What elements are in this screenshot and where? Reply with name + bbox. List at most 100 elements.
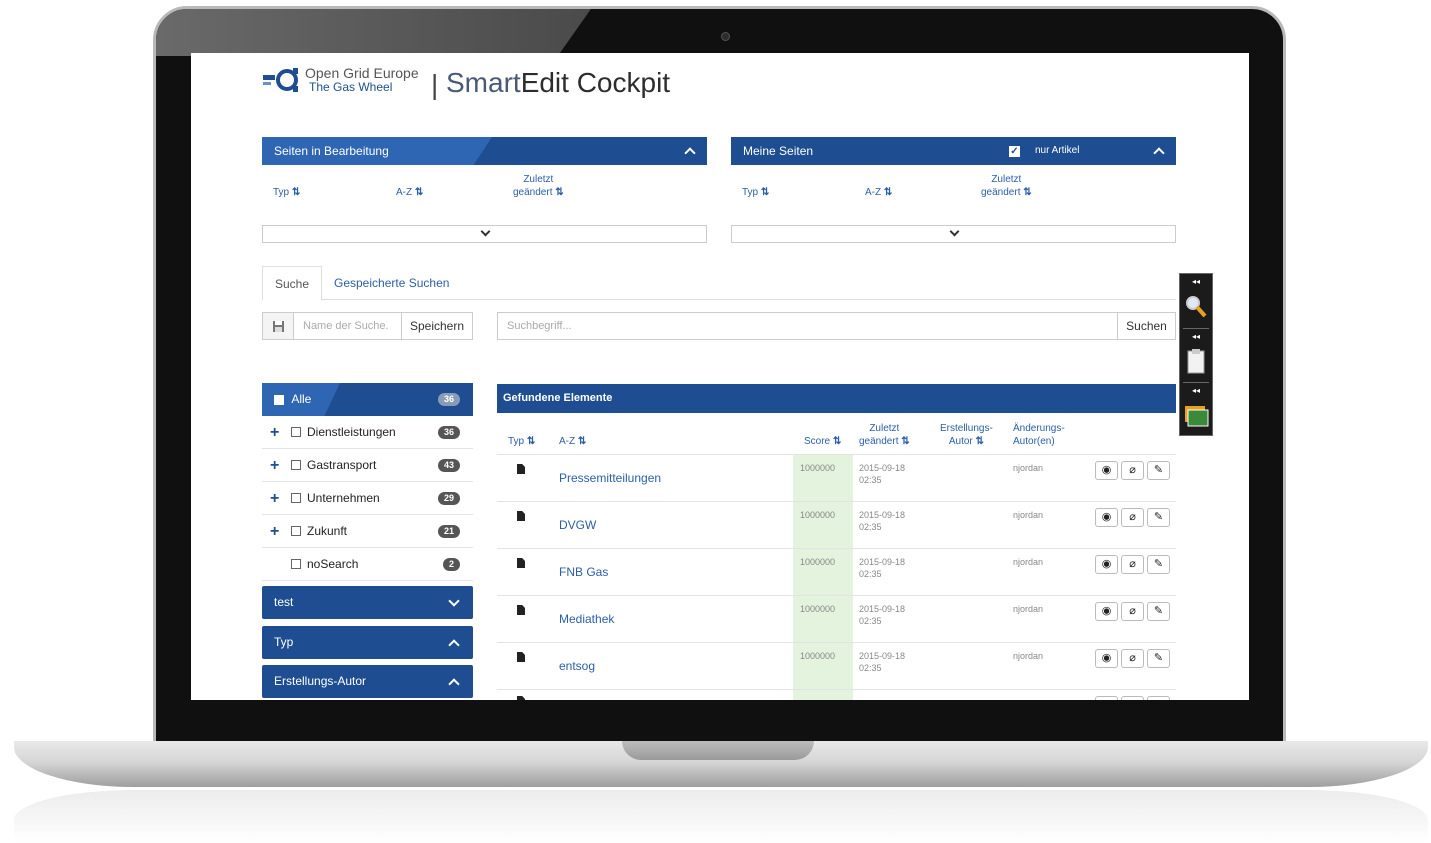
save-button[interactable]: Speichern <box>401 312 473 340</box>
chevron-up-icon[interactable] <box>448 639 460 651</box>
sort-az-label: A-Z <box>865 187 882 198</box>
pencil-icon[interactable]: ✎ <box>1147 602 1170 621</box>
facet-item-dienstleistungen[interactable]: + Dienstleistungen 36 <box>262 416 473 449</box>
document-icon <box>517 605 525 615</box>
sort-az[interactable]: A-Z ⇅ <box>865 186 892 199</box>
document-icon <box>517 464 525 474</box>
facet-group-typ[interactable]: Typ <box>262 626 473 659</box>
facet-group-test[interactable]: test <box>262 586 473 619</box>
editing-pages-list[interactable] <box>262 225 707 243</box>
tab-saved-searches[interactable]: Gespeicherte Suchen <box>334 276 449 290</box>
search-input[interactable]: Suchbegriff... <box>497 312 1119 340</box>
facet-item-unternehmen[interactable]: + Unternehmen 29 <box>262 482 473 515</box>
eye-icon[interactable]: ◉ <box>1095 602 1118 621</box>
sort-changed-label-1: Zuletzt <box>991 174 1022 185</box>
collapse-icon[interactable] <box>684 147 696 159</box>
search-magnifier-icon[interactable] <box>1183 292 1209 322</box>
expand-plus-icon[interactable]: + <box>270 482 279 515</box>
document-icon <box>517 511 525 521</box>
result-title-link[interactable]: Mediathek <box>559 612 614 626</box>
facet-item-zukunft[interactable]: + Zukunft 21 <box>262 515 473 548</box>
facet-checkbox[interactable] <box>291 559 301 569</box>
brand-company: Open Grid Europe <box>305 65 419 81</box>
paperclip-icon[interactable]: ⌀ <box>1121 508 1144 527</box>
sort-alpha-icon: ⇅ <box>883 187 893 198</box>
eye-icon[interactable]: ◉ <box>1095 508 1118 527</box>
facet-group-creator[interactable]: Erstellungs-Autor <box>262 665 473 698</box>
pencil-icon[interactable]: ✎ <box>1147 508 1170 527</box>
chevron-up-icon[interactable] <box>448 678 460 690</box>
result-title-link[interactable]: Pressemitteilungen <box>559 471 661 485</box>
paperclip-icon[interactable]: ⌀ <box>1121 649 1144 668</box>
facet-checkbox[interactable] <box>291 493 301 503</box>
my-pages-header[interactable]: Meine Seiten ✓ nur Artikel <box>731 137 1176 165</box>
paperclip-icon[interactable]: ⌀ <box>1121 602 1144 621</box>
sort-changed-label-1: Zuletzt <box>523 174 554 185</box>
result-date: 2015-09-18 <box>859 651 906 661</box>
dock-collapse-icon[interactable]: ◂◂ <box>1183 333 1209 341</box>
pencil-icon[interactable] <box>1147 696 1170 700</box>
col-creator[interactable]: Erstellungs- Autor ⇅ <box>940 422 993 448</box>
table-row[interactable]: FNB Gas 1000000 2015-09-18 02:35 njordan… <box>497 549 1176 596</box>
eye-icon[interactable]: ◉ <box>1095 555 1118 574</box>
sort-az[interactable]: A-Z ⇅ <box>396 186 423 199</box>
eye-icon[interactable]: ◉ <box>1095 649 1118 668</box>
collapse-icon[interactable] <box>1153 147 1165 159</box>
table-row[interactable]: Pressemitteilungen 1000000 2015-09-18 02… <box>497 455 1176 502</box>
camera-icon <box>721 32 730 41</box>
dock-collapse-icon[interactable]: ◂◂ <box>1183 387 1209 395</box>
sort-changed[interactable]: Zuletzt geändert ⇅ <box>513 173 564 199</box>
paperclip-icon[interactable] <box>1121 696 1144 700</box>
col-changed[interactable]: Zuletzt geändert ⇅ <box>859 422 910 448</box>
result-title-link[interactable]: entsog <box>559 659 595 673</box>
sort-changed[interactable]: Zuletzt geändert ⇅ <box>981 173 1032 199</box>
table-row[interactable]: DVGW 1000000 2015-09-18 02:35 njordan ◉ … <box>497 502 1176 549</box>
save-icon[interactable] <box>262 312 294 340</box>
col-typ-label: Typ <box>508 436 525 447</box>
search-name-input[interactable]: Name der Suche. <box>293 312 402 340</box>
eye-icon[interactable]: ◉ <box>1095 461 1118 480</box>
table-row[interactable]: entsog 1000000 2015-09-18 02:35 njordan … <box>497 643 1176 690</box>
facet-all-checkbox[interactable] <box>274 394 284 405</box>
tab-search[interactable]: Suche <box>262 266 323 300</box>
result-title-link[interactable]: DVGW <box>559 518 596 532</box>
eye-icon[interactable] <box>1095 696 1118 700</box>
dock-collapse-icon[interactable]: ◂◂ <box>1183 278 1209 286</box>
chevron-down-icon[interactable] <box>448 595 460 607</box>
pencil-icon[interactable]: ✎ <box>1147 555 1170 574</box>
result-title-link[interactable]: FNB Gas <box>559 565 608 579</box>
search-button[interactable]: Suchen <box>1117 312 1176 340</box>
table-row[interactable]: Mediathek 1000000 2015-09-18 02:35 njord… <box>497 596 1176 643</box>
facet-all[interactable]: Alle 36 <box>262 383 473 416</box>
facet-checkbox[interactable] <box>291 526 301 536</box>
result-editor: njordan <box>1013 651 1044 661</box>
editing-pages-header[interactable]: Seiten in Bearbeitung <box>262 137 707 165</box>
col-score[interactable]: Score ⇅ <box>804 435 841 448</box>
expand-icon[interactable] <box>949 226 960 237</box>
sort-typ[interactable]: Typ ⇅ <box>742 186 769 199</box>
paperclip-icon[interactable]: ⌀ <box>1121 461 1144 480</box>
col-typ[interactable]: Typ ⇅ <box>508 435 535 448</box>
pencil-icon[interactable]: ✎ <box>1147 461 1170 480</box>
expand-icon[interactable] <box>480 226 491 237</box>
expand-plus-icon[interactable]: + <box>270 515 279 548</box>
sort-typ[interactable]: Typ ⇅ <box>273 186 300 199</box>
facet-item-nosearch[interactable]: noSearch 2 <box>262 548 473 581</box>
col-az[interactable]: A-Z ⇅ <box>559 435 586 448</box>
pencil-icon[interactable]: ✎ <box>1147 649 1170 668</box>
expand-plus-icon[interactable]: + <box>270 416 279 449</box>
gallery-icon[interactable] <box>1183 401 1209 431</box>
only-articles-checkbox[interactable]: ✓ <box>1009 146 1020 157</box>
my-pages-list[interactable] <box>731 225 1176 243</box>
document-icon <box>517 558 525 568</box>
title-separator: | <box>431 69 439 100</box>
result-editor: njordan <box>1013 604 1044 614</box>
expand-plus-icon[interactable]: + <box>270 449 279 482</box>
paperclip-icon[interactable]: ⌀ <box>1121 555 1144 574</box>
facet-item-gastransport[interactable]: + Gastransport 43 <box>262 449 473 482</box>
col-creator-label-2: Autor <box>948 436 973 447</box>
clipboard-icon[interactable] <box>1183 347 1209 377</box>
result-date: 2015-09-18 <box>859 604 906 614</box>
facet-checkbox[interactable] <box>291 427 301 437</box>
facet-checkbox[interactable] <box>291 460 301 470</box>
